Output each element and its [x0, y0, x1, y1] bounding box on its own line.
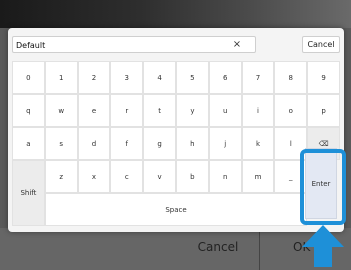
key-o[interactable]: o [274, 94, 308, 127]
key-v[interactable]: v [143, 160, 176, 193]
cancel-button[interactable]: Cancel [302, 36, 340, 53]
key-h[interactable]: h [176, 127, 209, 160]
key-e[interactable]: e [77, 94, 111, 127]
key-u[interactable]: u [208, 94, 242, 127]
key-x[interactable]: x [77, 160, 111, 193]
key-d[interactable]: d [77, 127, 111, 160]
key-j[interactable]: j [208, 127, 242, 160]
key-g[interactable]: g [143, 127, 176, 160]
key-7[interactable]: 7 [241, 61, 275, 94]
key-m[interactable]: m [241, 160, 275, 193]
keyboard-panel: Default × Cancel 0123456789 qwertyuiop asd… [8, 28, 344, 232]
clear-icon[interactable]: × [230, 36, 244, 53]
virtual-keyboard: 0 1 2 3 4 5 6 7 8 9 q w e r t y u i o p a s d f g h j k l ⌫ Shift z x c v b… [12, 61, 340, 226]
key-1[interactable]: 1 [44, 61, 78, 94]
text-input[interactable]: Default [12, 36, 256, 53]
key-y[interactable]: y [176, 94, 209, 127]
key-w[interactable]: w [44, 94, 78, 127]
key-q[interactable]: q [12, 94, 45, 127]
key-c[interactable]: c [110, 160, 144, 193]
key-a[interactable]: a [12, 127, 45, 160]
background-divider [259, 230, 260, 270]
enter-highlight-box [300, 149, 346, 225]
key-n[interactable]: n [208, 160, 242, 193]
key-z[interactable]: z [44, 160, 78, 193]
background-cancel-button[interactable]: Cancel [178, 236, 258, 258]
key-i[interactable]: i [241, 94, 275, 127]
key-k[interactable]: k [241, 127, 275, 160]
key-f[interactable]: f [110, 127, 144, 160]
background-header [0, 0, 351, 28]
key-2[interactable]: 2 [77, 61, 111, 94]
space-key[interactable]: Space [44, 193, 308, 226]
key-8[interactable]: 8 [274, 61, 308, 94]
key-t[interactable]: t [143, 94, 176, 127]
key-9[interactable]: 9 [307, 61, 340, 94]
key-0[interactable]: 0 [12, 61, 45, 94]
key-s[interactable]: s [44, 127, 78, 160]
key-r[interactable]: r [110, 94, 144, 127]
pointer-arrow-icon [302, 225, 344, 267]
key-4[interactable]: 4 [143, 61, 176, 94]
shift-key[interactable]: Shift [12, 160, 45, 226]
key-6[interactable]: 6 [208, 61, 242, 94]
key-p[interactable]: p [307, 94, 340, 127]
key-5[interactable]: 5 [176, 61, 209, 94]
key-3[interactable]: 3 [110, 61, 144, 94]
key-b[interactable]: b [176, 160, 209, 193]
